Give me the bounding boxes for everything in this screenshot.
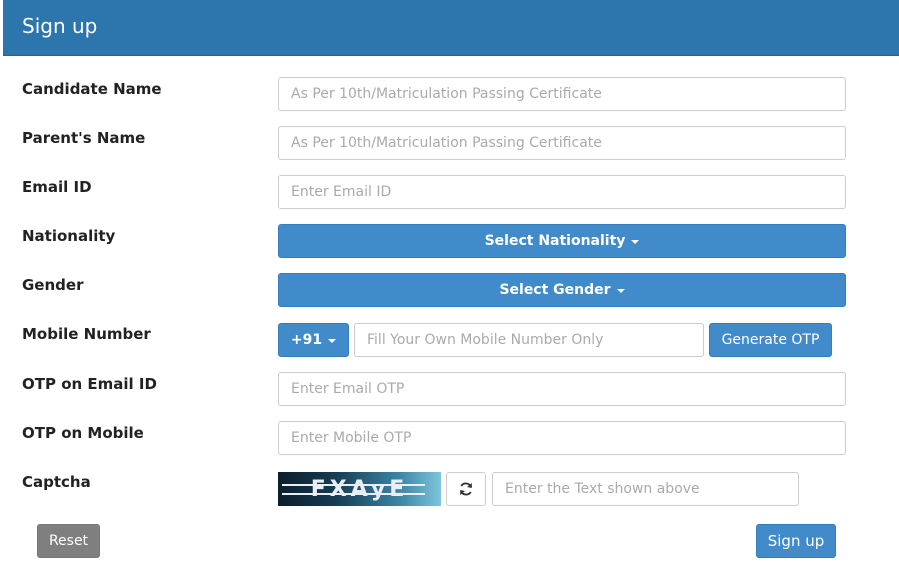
signup-button[interactable]: Sign up (756, 524, 836, 558)
generate-otp-button[interactable]: Generate OTP (709, 323, 832, 357)
email-label: Email ID (22, 178, 92, 196)
nationality-dropdown-label: Select Nationality (484, 233, 626, 249)
gender-label: Gender (22, 276, 84, 294)
captcha-noise-line (282, 484, 425, 486)
otp-email-label: OTP on Email ID (22, 375, 157, 393)
candidate-name-input[interactable] (278, 77, 846, 111)
nationality-label: Nationality (22, 227, 116, 245)
refresh-icon (460, 482, 472, 496)
captcha-input[interactable] (492, 472, 799, 506)
email-input[interactable] (278, 175, 846, 209)
parent-name-label: Parent's Name (22, 129, 146, 147)
gender-dropdown-label: Select Gender (499, 282, 611, 298)
captcha-noise-line (282, 493, 425, 495)
mobile-input[interactable] (354, 323, 704, 357)
reset-button[interactable]: Reset (37, 524, 100, 558)
country-code-dropdown[interactable]: +91 (278, 323, 349, 357)
page-header: Sign up (3, 0, 899, 56)
gender-dropdown[interactable]: Select Gender (278, 273, 846, 307)
mobile-label: Mobile Number (22, 325, 151, 343)
otp-mobile-input[interactable] (278, 421, 846, 455)
country-code-label: +91 (290, 332, 323, 348)
candidate-name-label: Candidate Name (22, 80, 162, 98)
caret-down-icon (328, 339, 337, 343)
captcha-text: FXAyE (310, 476, 409, 502)
captcha-label: Captcha (22, 473, 91, 491)
captcha-refresh-button[interactable] (446, 472, 486, 506)
otp-email-input[interactable] (278, 372, 846, 406)
page-title: Sign up (22, 14, 98, 38)
otp-mobile-label: OTP on Mobile (22, 424, 144, 442)
caret-down-icon (616, 289, 625, 293)
nationality-dropdown[interactable]: Select Nationality (278, 224, 846, 258)
parent-name-input[interactable] (278, 126, 846, 160)
caret-down-icon (631, 240, 640, 244)
captcha-image: FXAyE (278, 472, 441, 506)
